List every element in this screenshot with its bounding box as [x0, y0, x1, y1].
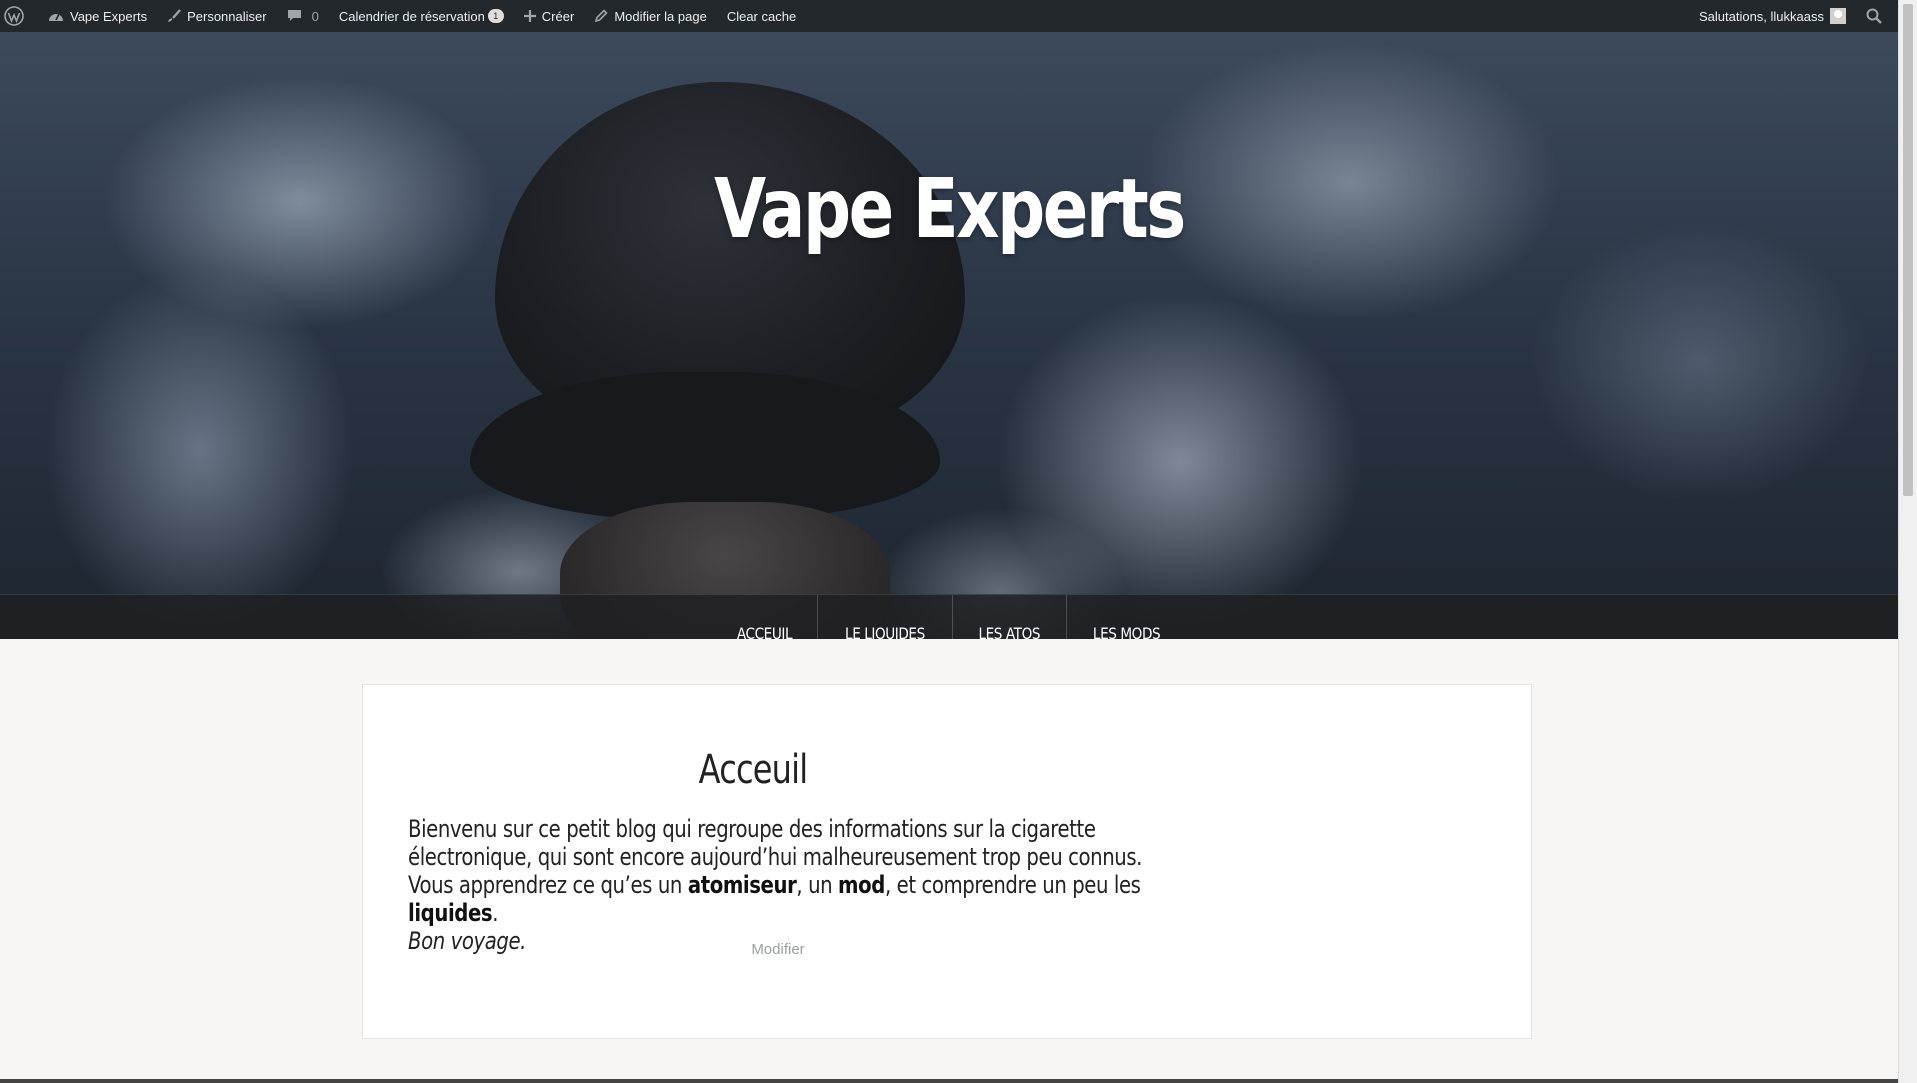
nav-divider [1065, 595, 1067, 639]
booking-calendar-link[interactable]: Calendrier de réservation 1 [329, 0, 514, 32]
clear-cache-label: Clear cache [726, 8, 797, 24]
booking-calendar-label: Calendrier de réservation [338, 8, 485, 24]
edit-page-link[interactable]: Modifier la page [584, 0, 717, 32]
avatar [1830, 8, 1846, 24]
page-article: Acceuil Bienvenu sur ce petit blog qui r… [362, 684, 1532, 1039]
admin-bar-left: Vape Experts Personnaliser 0 Calendrier … [0, 0, 806, 32]
comments-link[interactable]: 0 [277, 0, 329, 32]
nav-item-le-liquides[interactable]: LE LIQUIDES [828, 595, 942, 639]
nav-divider [952, 595, 954, 639]
site-name-link[interactable]: Vape Experts [38, 0, 157, 32]
content-text-4: . [492, 899, 499, 927]
customize-link[interactable]: Personnaliser [157, 0, 277, 32]
scrollbar-thumb[interactable] [1903, 4, 1913, 496]
header-hero-image: Vape Experts ACCEUIL LE LIQUIDES LES ATO… [0, 32, 1898, 639]
new-content-label: Créer [541, 8, 575, 24]
page-content: Bienvenu sur ce petit blog qui regroupe … [408, 815, 1146, 955]
admin-bar-right: Salutations, llukkaass [1689, 0, 1898, 32]
customize-label: Personnaliser [187, 8, 267, 24]
my-account-link[interactable]: Salutations, llukkaass [1689, 0, 1856, 32]
admin-bar: Vape Experts Personnaliser 0 Calendrier … [0, 0, 1898, 32]
dashboard-icon [49, 13, 63, 21]
edit-post-link[interactable]: Modifier [363, 941, 1193, 958]
nav-item-acceuil[interactable]: ACCEUIL [720, 595, 809, 639]
hero-cap-brim-shape [470, 372, 940, 522]
edit-page-label: Modifier la page [614, 8, 707, 24]
pencil-icon [595, 9, 608, 23]
comments-count: 0 [311, 8, 319, 24]
plus-icon [523, 10, 536, 22]
booking-calendar-badge: 1 [487, 9, 504, 23]
clear-cache-link[interactable]: Clear cache [717, 0, 806, 32]
content-bold-atomiseur: atomiseur [687, 871, 797, 899]
page-bottom-edge [0, 1079, 1898, 1083]
content-bold-mod: mod [838, 871, 885, 899]
wordpress-logo-button[interactable] [0, 0, 38, 32]
content-text-2: , un [796, 871, 839, 899]
wordpress-logo-icon [4, 6, 24, 26]
page-title: Acceuil [698, 747, 808, 793]
search-icon [1866, 8, 1882, 24]
new-content-link[interactable]: Créer [514, 0, 585, 32]
content-text-3: , et comprendre un peu les [884, 871, 1141, 899]
main-navigation: ACCEUIL LE LIQUIDES LES ATOS LES MODS [0, 594, 1898, 639]
nav-item-les-mods[interactable]: LES MODS [1076, 595, 1177, 639]
content-bold-liquides: liquides [408, 899, 493, 927]
vertical-scrollbar[interactable] [1898, 0, 1917, 1083]
nav-item-les-atos[interactable]: LES ATOS [962, 595, 1058, 639]
paintbrush-icon [168, 9, 181, 22]
greeting-label: Salutations, llukkaass [1698, 8, 1824, 24]
comment-bubble-icon [287, 10, 301, 21]
nav-divider [817, 595, 819, 639]
admin-search-button[interactable] [1856, 0, 1898, 32]
site-title[interactable]: Vape Experts [171, 162, 1727, 257]
site-name-label: Vape Experts [70, 8, 148, 24]
